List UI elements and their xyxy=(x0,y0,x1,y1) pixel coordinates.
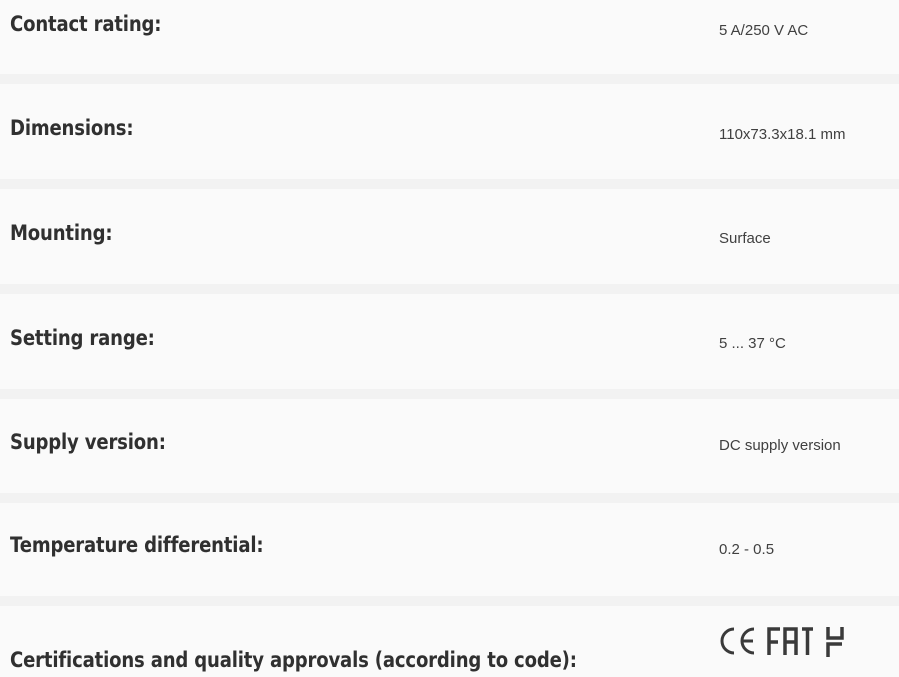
eac-mark-icon xyxy=(767,627,813,655)
spec-row-supply-version: Supply version: DC supply version xyxy=(0,399,899,493)
certification-logos xyxy=(719,625,847,657)
spec-row-dimensions: Dimensions: 110x73.3x18.1 mm xyxy=(0,84,899,179)
spec-row-contact-rating: Contact rating: 5 A/250 V AC xyxy=(0,0,899,74)
spec-value: DC supply version xyxy=(719,437,841,454)
spec-value: 0.2 - 0.5 xyxy=(719,541,775,558)
spec-row-setting-range: Setting range: 5 ... 37 °C xyxy=(0,294,899,389)
spec-label: Supply version: xyxy=(10,430,166,454)
ce-mark-icon xyxy=(720,627,755,655)
spec-value: 5 ... 37 °C xyxy=(719,335,786,352)
spec-label: Mounting: xyxy=(10,221,113,245)
spec-value: 110x73.3x18.1 mm xyxy=(719,126,846,143)
spec-row-temperature-differential: Temperature differential: 0.2 - 0.5 xyxy=(0,503,899,596)
spec-label: Contact rating: xyxy=(10,12,162,36)
spec-label: Dimensions: xyxy=(10,116,134,140)
spec-value: Surface xyxy=(719,230,771,247)
spec-row-mounting: Mounting: Surface xyxy=(0,189,899,284)
spec-label: Setting range: xyxy=(10,326,155,350)
specification-table: Contact rating: 5 A/250 V AC Dimensions:… xyxy=(0,0,899,677)
spec-label: Temperature differential: xyxy=(10,533,264,557)
spec-label: Certifications and quality approvals (ac… xyxy=(10,648,577,672)
ukca-mark-icon xyxy=(826,627,844,657)
spec-value: 5 A/250 V AC xyxy=(719,22,809,39)
